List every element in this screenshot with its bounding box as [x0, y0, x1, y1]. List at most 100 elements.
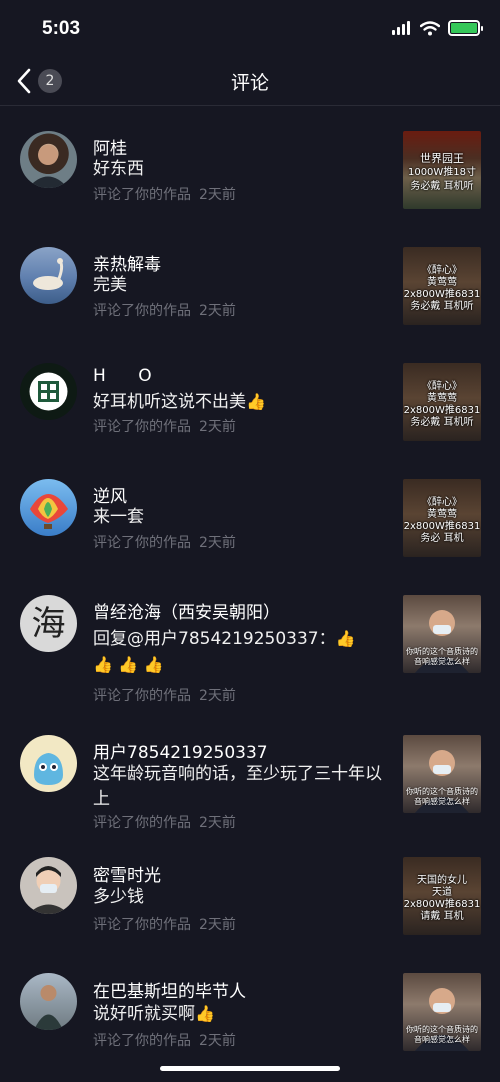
- comment-action: 评论了你的作品: [93, 303, 191, 319]
- comment-meta: 评论了你的作品 2天前: [93, 812, 236, 832]
- avatar[interactable]: [20, 857, 77, 914]
- page-title: 评论: [230, 72, 269, 94]
- thumbnail-caption: 你听的这个音质诗的 音响感觉怎么样: [403, 787, 481, 807]
- video-thumbnail[interactable]: 《醉心》 黄莺莺 2x800W推6831 务必戴 耳机听: [403, 363, 481, 441]
- video-thumbnail[interactable]: 《醉心》 黄莺莺 2x800W推6831 务必戴 耳机听: [403, 247, 481, 325]
- comment-time: 2天前: [199, 535, 236, 551]
- avatar[interactable]: 海: [20, 595, 77, 652]
- commenter-name[interactable]: 亲热解毒: [93, 250, 161, 275]
- comment-meta: 评论了你的作品 2天前: [93, 685, 236, 705]
- nav-bar: 2 评论: [0, 60, 500, 106]
- svg-text:海: 海: [32, 604, 66, 644]
- thumbnail-text: 《醉心》: [422, 265, 462, 276]
- commenter-name[interactable]: H O: [93, 366, 152, 386]
- comment-time: 2天前: [199, 1033, 236, 1049]
- comment-item[interactable]: 亲热解毒 完美 评论了你的作品 2天前 《醉心》 黄莺莺 2x800W推6831 …: [0, 223, 500, 339]
- comment-time: 2天前: [199, 303, 236, 319]
- thumbnail-text: 你听的这个音质诗的: [406, 787, 478, 796]
- comment-meta: 评论了你的作品 2天前: [93, 300, 236, 320]
- thumbnail-text: 黄莺莺: [427, 393, 457, 404]
- wifi-icon: [420, 20, 440, 35]
- comment-time: 2天前: [199, 187, 236, 203]
- comment-item[interactable]: 逆风 来一套 评论了你的作品 2天前 《醉心》 黄莺莺 2x800W推6831 务…: [0, 455, 500, 571]
- avatar[interactable]: [20, 363, 77, 420]
- comment-text-row: 说好听就买啊👍: [93, 1001, 393, 1027]
- calligraphy-avatar-image: 海: [32, 604, 66, 644]
- cellular-signal-icon: [392, 21, 410, 35]
- thumbnail-text: 天国的女儿: [417, 875, 467, 886]
- comment-text: 来一套: [93, 507, 144, 527]
- commenter-name[interactable]: 密雪时光: [93, 861, 161, 886]
- comment-meta: 评论了你的作品 2天前: [93, 184, 236, 204]
- comment-action: 评论了你的作品: [93, 187, 191, 203]
- avatar[interactable]: [20, 735, 77, 792]
- avatar[interactable]: [20, 479, 77, 536]
- comment-item[interactable]: 用户7854219250337 这年龄玩音响的话，至少玩了三十年以上 评论了你的…: [0, 721, 500, 857]
- thumbnail-text: 务必戴 耳机听: [410, 301, 474, 312]
- comment-text-row: 回复@用户7854219250337：👍: [93, 626, 393, 652]
- commenter-name[interactable]: 用户7854219250337: [93, 738, 268, 763]
- status-icons: [392, 20, 483, 36]
- thumbnail-text: 你听的这个音质诗的: [406, 1025, 478, 1034]
- thumbnail-text: 音响感觉怎么样: [414, 1035, 470, 1044]
- comment-item[interactable]: H O 好耳机听这说不出美👍 评论了你的作品 2天前 《醉心》 黄莺莺 2x800…: [0, 339, 500, 455]
- commenter-name[interactable]: 曾经沧海（西安吴朝阳）: [93, 598, 280, 623]
- thumbnail-text: 黄莺莺: [427, 277, 457, 288]
- thumbs-up-emoji-icon: 👍: [246, 392, 266, 411]
- comment-item[interactable]: 阿桂 好东西 评论了你的作品 2天前 世界园王 1000W推18寸 务必戴 耳机听: [0, 107, 500, 223]
- comment-action: 评论了你的作品: [93, 688, 191, 704]
- comment-text: 好东西: [93, 159, 144, 179]
- thumbnail-text: 1000W推18寸: [407, 167, 477, 178]
- battery-icon: [448, 20, 483, 36]
- comment-item[interactable]: 密雪时光 多少钱 评论了你的作品 2天前 天国的女儿 天道 2x800W推6831…: [0, 857, 500, 973]
- video-thumbnail[interactable]: 《醉心》 黄莺莺 2x800W推6831 务必 耳机: [403, 479, 481, 557]
- thumbnail-text: 务必 耳机: [420, 533, 464, 544]
- comment-text: 多少钱: [93, 887, 144, 907]
- comment-time: 2天前: [199, 917, 236, 933]
- comment-meta: 评论了你的作品 2天前: [93, 914, 236, 934]
- thumbs-up-emoji-icon: 👍: [143, 655, 164, 674]
- hot-air-balloon-image: [30, 494, 68, 529]
- avatar[interactable]: [20, 131, 77, 188]
- video-thumbnail[interactable]: 你听的这个音质诗的 音响感觉怎么样: [403, 973, 481, 1051]
- video-thumbnail[interactable]: 世界园王 1000W推18寸 务必戴 耳机听: [403, 131, 481, 209]
- thumbnail-text: 音响感觉怎么样: [414, 797, 470, 806]
- thumbs-up-emoji-icon: 👍: [118, 655, 139, 674]
- avatar[interactable]: [20, 973, 77, 1030]
- thumbnail-text: 2x800W推6831: [403, 521, 481, 532]
- commenter-name[interactable]: 在巴基斯坦的毕节人: [93, 977, 246, 1002]
- thumbnail-text: 音响感觉怎么样: [414, 657, 470, 666]
- thumbnail-text: 你听的这个音质诗的: [406, 647, 478, 656]
- thumbnail-text: 黄莺莺: [427, 509, 457, 520]
- video-thumbnail[interactable]: 你听的这个音质诗的 音响感觉怎么样: [403, 735, 481, 813]
- thumbs-up-emoji-icon: 👍: [195, 1004, 215, 1023]
- status-bar: 5:03: [0, 0, 500, 60]
- thumbnail-text: 2x800W推6831: [403, 899, 481, 910]
- home-indicator[interactable]: [160, 1066, 340, 1071]
- thumbnail-text: 天道: [432, 887, 452, 898]
- comment-emoji-row: 👍 👍 👍: [93, 652, 393, 678]
- avatar[interactable]: [20, 247, 77, 304]
- comment-action: 评论了你的作品: [93, 917, 191, 933]
- logo-emblem-image: [29, 372, 68, 411]
- comment-text: 好耳机听这说不出美: [93, 392, 246, 412]
- commenter-name[interactable]: 逆风: [93, 482, 127, 507]
- thumbnail-caption: 你听的这个音质诗的 音响感觉怎么样: [403, 647, 481, 667]
- thumbnail-text: 2x800W推6831: [403, 405, 481, 416]
- avatar-person-icon: [28, 145, 68, 188]
- avatar-person-icon: [28, 866, 69, 914]
- comment-time: 2天前: [199, 688, 236, 704]
- comment-action: 评论了你的作品: [93, 1033, 191, 1049]
- commenter-name[interactable]: 阿桂: [93, 134, 127, 159]
- video-thumbnail[interactable]: 天国的女儿 天道 2x800W推6831 请戴 耳机: [403, 857, 481, 935]
- video-thumbnail[interactable]: 你听的这个音质诗的 音响感觉怎么样: [403, 595, 481, 673]
- thumbnail-text: 《醉心》: [422, 381, 462, 392]
- comment-action: 评论了你的作品: [93, 815, 191, 831]
- thumbnail-text: 《醉心》: [422, 497, 462, 508]
- comment-meta: 评论了你的作品 2天前: [93, 1030, 236, 1050]
- thumbnail-text: 2x800W推6831: [403, 289, 481, 300]
- status-time: 5:03: [42, 18, 81, 39]
- comment-text-row: 好耳机听这说不出美👍: [93, 389, 393, 415]
- comment-item[interactable]: 海 曾经沧海（西安吴朝阳） 回复@用户7854219250337：👍 👍 👍 👍…: [0, 571, 500, 721]
- comment-meta: 评论了你的作品 2天前: [93, 532, 236, 552]
